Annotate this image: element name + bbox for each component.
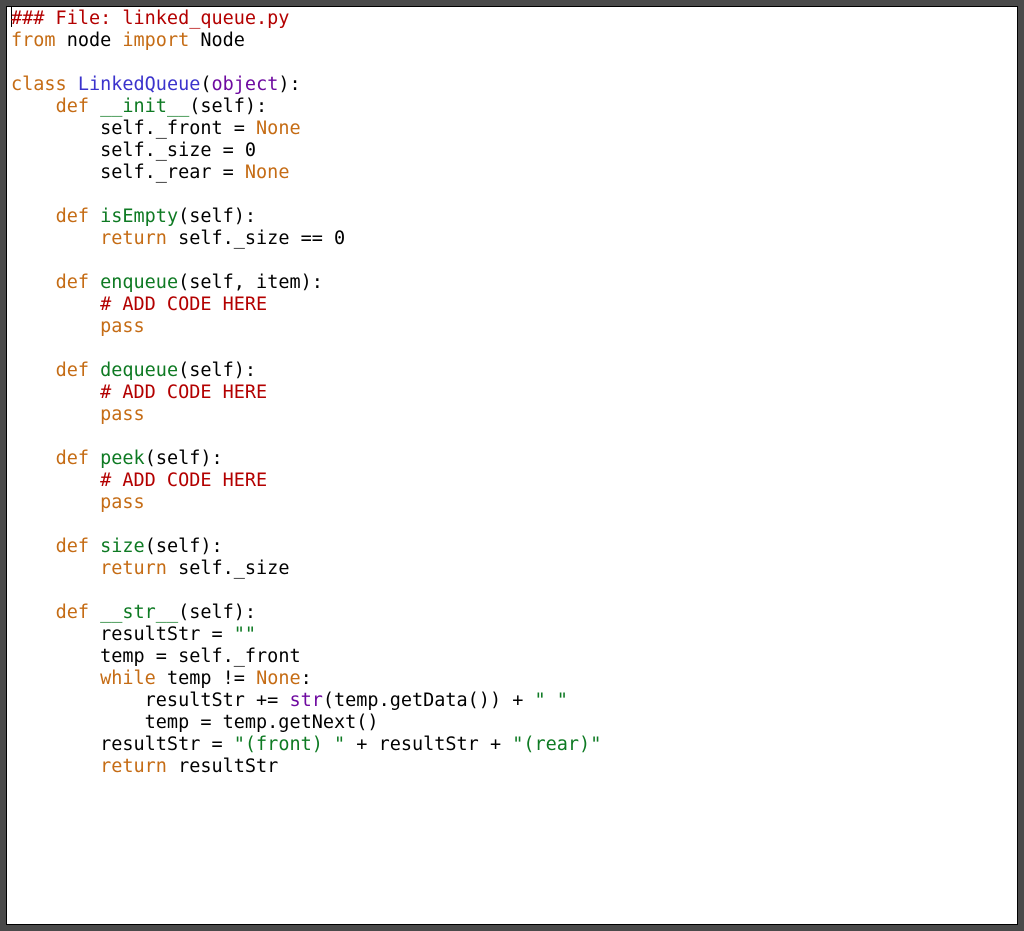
return-expr: resultStr — [167, 756, 278, 777]
keyword-import: import — [122, 30, 189, 51]
stmt-temp-next: temp = temp.getNext() — [145, 712, 379, 733]
class-name: LinkedQueue — [78, 74, 201, 95]
keyword-none: None — [245, 162, 290, 183]
keyword-def: def — [56, 96, 89, 117]
keyword-pass: pass — [100, 492, 145, 513]
string-literal: "" — [234, 624, 256, 645]
return-expr: self._size — [167, 558, 290, 579]
keyword-def: def — [56, 206, 89, 227]
todo-comment: # ADD CODE HERE — [100, 382, 267, 403]
builtin-str: str — [289, 690, 322, 711]
import-name: Node — [189, 30, 245, 51]
keyword-from: from — [11, 30, 56, 51]
code-content: ### File: linked_queue.py from node impo… — [7, 7, 1017, 782]
method-enqueue: enqueue — [89, 272, 178, 293]
stmt-resultstr-init: resultStr = — [100, 624, 234, 645]
keyword-return: return — [100, 558, 167, 579]
keyword-def: def — [56, 602, 89, 623]
method-init: __init__ — [89, 96, 189, 117]
keyword-def: def — [56, 272, 89, 293]
string-literal: "(rear)" — [512, 734, 601, 755]
stmt-resultstr-append: resultStr += — [145, 690, 290, 711]
todo-comment: # ADD CODE HERE — [100, 294, 267, 315]
string-literal: " " — [535, 690, 568, 711]
method-isempty: isEmpty — [89, 206, 178, 227]
return-expr: self._size == 0 — [167, 228, 345, 249]
stmt-size-assign: self._size = 0 — [100, 140, 256, 161]
keyword-pass: pass — [100, 316, 145, 337]
keyword-none: None — [256, 118, 301, 139]
keyword-def: def — [56, 536, 89, 557]
keyword-def: def — [56, 448, 89, 469]
base-class: object — [212, 74, 279, 95]
keyword-none: None — [256, 668, 301, 689]
keyword-while: while — [100, 668, 156, 689]
method-dequeue: dequeue — [89, 360, 178, 381]
todo-comment: # ADD CODE HERE — [100, 470, 267, 491]
method-size: size — [89, 536, 145, 557]
stmt-temp-assign: temp = self._front — [100, 646, 300, 667]
keyword-return: return — [100, 756, 167, 777]
method-peek: peek — [89, 448, 145, 469]
method-str: __str__ — [89, 602, 178, 623]
stmt-rear-assign: self._rear = — [100, 162, 245, 183]
keyword-def: def — [56, 360, 89, 381]
keyword-pass: pass — [100, 404, 145, 425]
code-editor-window: ### File: linked_queue.py from node impo… — [6, 6, 1018, 925]
string-literal: "(front) " — [234, 734, 345, 755]
stmt-resultstr-wrap: resultStr = — [100, 734, 234, 755]
stmt-front-assign: self._front = — [100, 118, 256, 139]
file-header-comment: ### File: linked_queue.py — [11, 8, 289, 29]
keyword-class: class — [11, 74, 67, 95]
keyword-return: return — [100, 228, 167, 249]
import-module: node — [56, 30, 123, 51]
